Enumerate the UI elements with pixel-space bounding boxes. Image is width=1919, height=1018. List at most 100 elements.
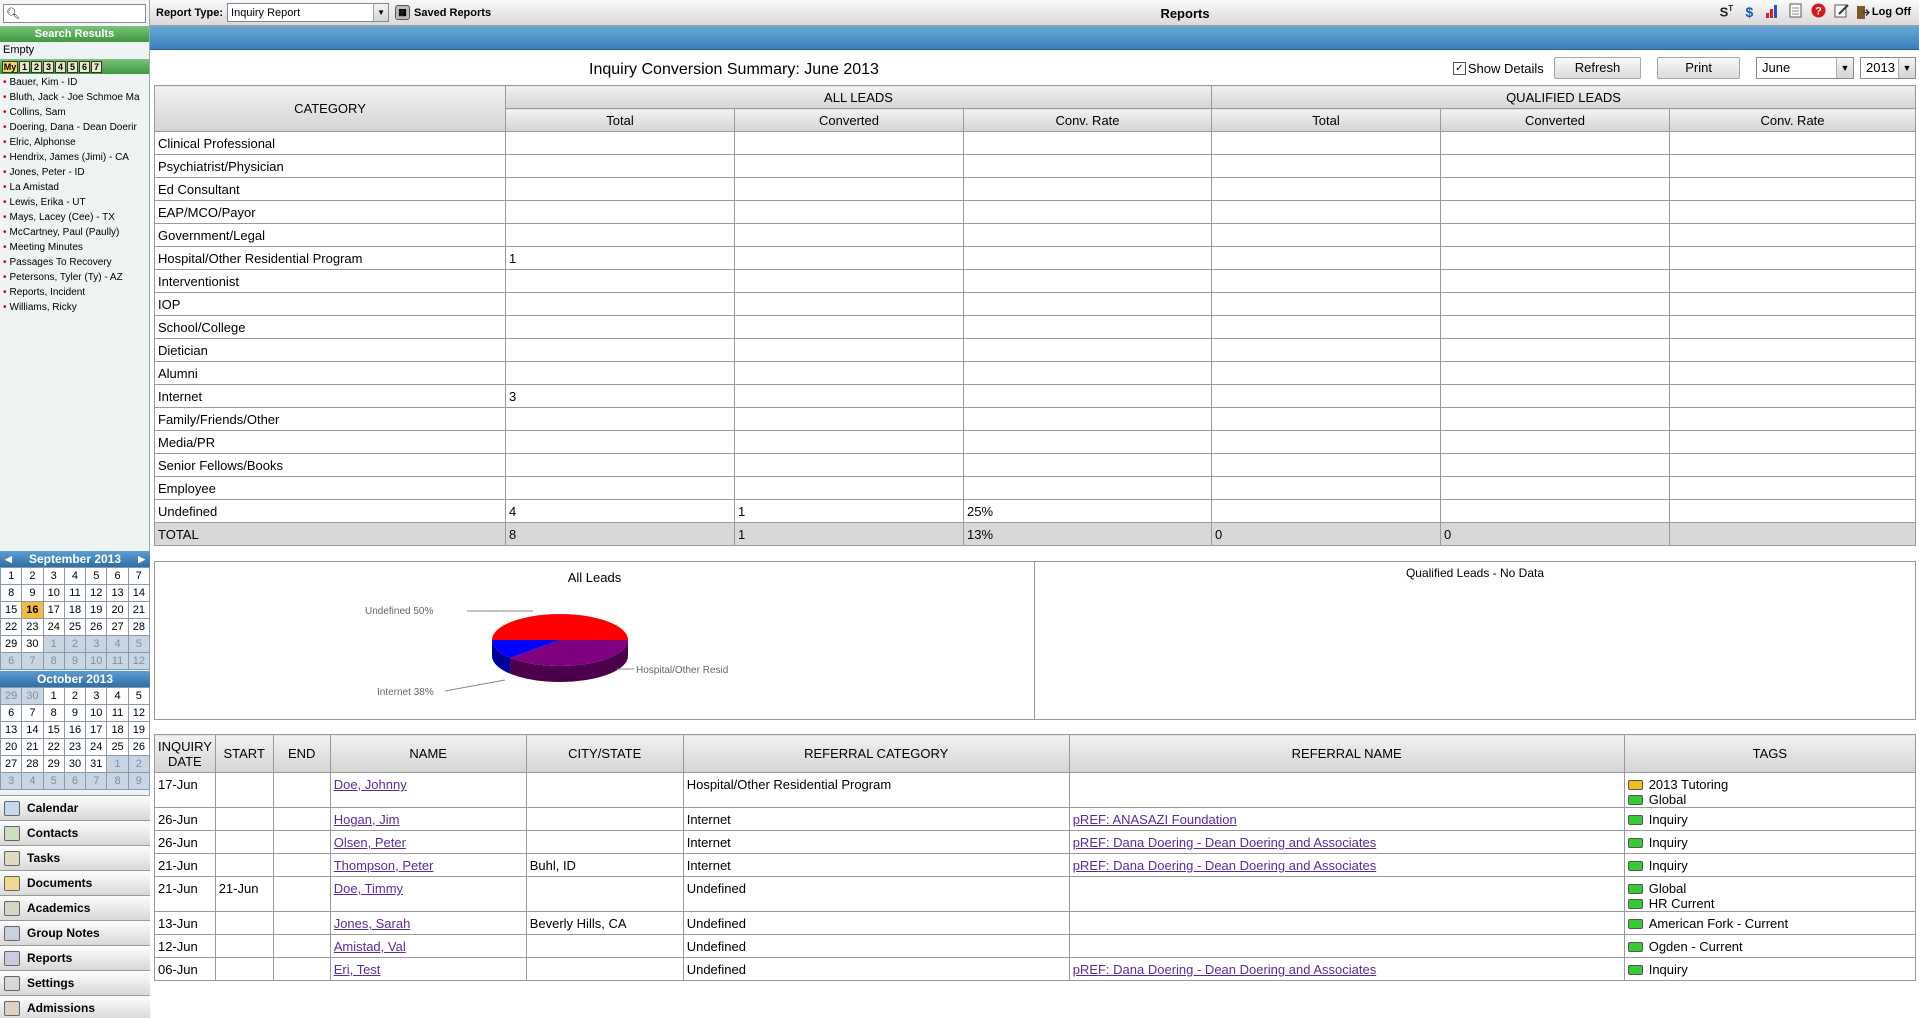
tab-page-1[interactable]: 1 — [19, 60, 30, 73]
contact-link[interactable]: Amistad, Val — [334, 939, 406, 954]
calendar-day[interactable]: 3 — [86, 688, 107, 704]
calendar-day[interactable]: 9 — [64, 705, 86, 721]
contact-link[interactable]: Hogan, Jim — [334, 812, 400, 827]
search-input[interactable]: 🔍︎ — [3, 3, 146, 23]
calendar-day[interactable]: 1 — [43, 688, 64, 704]
calendar-day[interactable]: 14 — [128, 585, 149, 601]
referral-link[interactable]: pREF: Dana Doering - Dean Doering and As… — [1073, 835, 1377, 850]
calendar-day[interactable]: 2 — [64, 688, 86, 704]
tab-page-7[interactable]: 7 — [91, 60, 102, 73]
saved-reports-button[interactable]: ▦ Saved Reports — [395, 5, 491, 20]
calendar-day[interactable]: 26 — [128, 739, 149, 755]
calendar-day[interactable]: 30 — [22, 636, 43, 652]
calendar-day[interactable]: 28 — [22, 756, 43, 772]
log-off-button[interactable]: Log Off — [1856, 5, 1911, 20]
contact-list-item[interactable]: Hendrix, James (Jimi) - CA — [0, 150, 149, 165]
calendar-day[interactable]: 30 — [64, 756, 86, 772]
referral-link[interactable]: pREF: Dana Doering - Dean Doering and As… — [1073, 962, 1377, 977]
calendar-day[interactable]: 11 — [107, 653, 128, 669]
tag[interactable]: Global — [1627, 881, 1912, 896]
calendar-day[interactable]: 9 — [64, 653, 86, 669]
calendar-day[interactable]: 29 — [43, 756, 64, 772]
calendar-day[interactable]: 8 — [107, 773, 128, 789]
calendar-day[interactable]: 22 — [43, 739, 64, 755]
calendar-day[interactable]: 5 — [128, 636, 149, 652]
calendar-day[interactable]: 18 — [107, 722, 128, 738]
calendar-day[interactable]: 24 — [43, 619, 64, 635]
calendar-day[interactable]: 27 — [1, 756, 22, 772]
tab-page-3[interactable]: 3 — [43, 60, 54, 73]
calendar-day[interactable]: 8 — [43, 705, 64, 721]
month-select[interactable]: June ▼ — [1756, 57, 1854, 79]
refresh-button[interactable]: Refresh — [1553, 57, 1642, 79]
nav-group-notes[interactable]: Group Notes — [0, 920, 150, 945]
tag[interactable]: Inquiry — [1627, 812, 1912, 827]
contact-list-item[interactable]: Jones, Peter - ID — [0, 165, 149, 180]
contact-list-item[interactable]: Petersons, Tyler (Ty) - AZ — [0, 270, 149, 285]
calendar-day[interactable]: 1 — [43, 636, 64, 652]
calendar-day[interactable]: 7 — [128, 568, 149, 584]
chevron-down-icon[interactable]: ▼ — [373, 4, 389, 21]
referral-link[interactable]: pREF: Dana Doering - Dean Doering and As… — [1073, 858, 1377, 873]
contact-list-item[interactable]: Reports, Incident — [0, 285, 149, 300]
calendar-day[interactable]: 2 — [64, 636, 86, 652]
show-details-checkbox[interactable]: ✓ — [1452, 61, 1466, 75]
calendar-day[interactable]: 9 — [128, 773, 149, 789]
calendar-day[interactable]: 12 — [128, 705, 149, 721]
tab-my[interactable]: My — [2, 60, 18, 73]
tag[interactable]: Inquiry — [1627, 835, 1912, 850]
calendar-day[interactable]: 19 — [86, 602, 107, 618]
calendar-day[interactable]: 4 — [107, 688, 128, 704]
calendar-day[interactable]: 15 — [43, 722, 64, 738]
calendar-day[interactable]: 9 — [22, 585, 43, 601]
calendar-day[interactable]: 13 — [1, 722, 22, 738]
calendar-day[interactable]: 3 — [1, 773, 22, 789]
calendar-day[interactable]: 13 — [107, 585, 128, 601]
contact-link[interactable]: Doe, Timmy — [334, 881, 403, 896]
calendar-day[interactable]: 25 — [107, 739, 128, 755]
calendar-day[interactable]: 17 — [43, 602, 64, 618]
contact-link[interactable]: Jones, Sarah — [334, 916, 411, 931]
calendar-day[interactable]: 16 — [22, 602, 43, 618]
calendar-day[interactable]: 10 — [43, 585, 64, 601]
tag[interactable]: Global — [1627, 792, 1912, 807]
contact-list-item[interactable]: Lewis, Erika - UT — [0, 195, 149, 210]
calendar-day[interactable]: 15 — [1, 602, 22, 618]
calendar-day[interactable]: 20 — [1, 739, 22, 755]
calendar-day[interactable]: 31 — [86, 756, 107, 772]
calendar-day[interactable]: 22 — [1, 619, 22, 635]
calendar-day[interactable]: 8 — [1, 585, 22, 601]
calendar-day[interactable]: 20 — [107, 602, 128, 618]
calendar-day[interactable]: 3 — [43, 568, 64, 584]
contact-link[interactable]: Doe, Johnny — [334, 777, 407, 792]
calendar-day[interactable]: 11 — [107, 705, 128, 721]
nav-reports[interactable]: Reports — [0, 945, 150, 970]
contact-list-item[interactable]: Doering, Dana - Dean Doerir — [0, 120, 149, 135]
nav-settings[interactable]: Settings — [0, 970, 150, 995]
contact-list-item[interactable]: La Amistad — [0, 180, 149, 195]
tab-page-5[interactable]: 5 — [67, 60, 78, 73]
print-button[interactable]: Print — [1657, 57, 1740, 79]
calendar-day[interactable]: 12 — [86, 585, 107, 601]
contact-list-item[interactable]: Collins, Sam — [0, 105, 149, 120]
dollar-icon[interactable]: $ — [1741, 4, 1758, 20]
calendar-day[interactable]: 6 — [107, 568, 128, 584]
contact-list-item[interactable]: Meeting Minutes — [0, 240, 149, 255]
contact-list-item[interactable]: Elric, Alphonse — [0, 135, 149, 150]
calendar-day[interactable]: 6 — [64, 773, 86, 789]
chevron-down-icon[interactable]: ▼ — [1836, 58, 1853, 78]
calendar-day[interactable]: 19 — [128, 722, 149, 738]
nav-contacts[interactable]: Contacts — [0, 820, 150, 845]
contact-link[interactable]: Olsen, Peter — [334, 835, 406, 850]
nav-academics[interactable]: Academics — [0, 895, 150, 920]
contact-list-item[interactable]: Bauer, Kim - ID — [0, 75, 149, 90]
calendar-day[interactable]: 4 — [22, 773, 43, 789]
contact-list-item[interactable]: McCartney, Paul (Paully) — [0, 225, 149, 240]
contact-list-item[interactable]: Passages To Recovery — [0, 255, 149, 270]
calendar-day[interactable]: 2 — [128, 756, 149, 772]
tag[interactable]: American Fork - Current — [1627, 916, 1912, 931]
calendar-day[interactable]: 6 — [1, 705, 22, 721]
calendar-day[interactable]: 24 — [86, 739, 107, 755]
calendar-day[interactable]: 4 — [107, 636, 128, 652]
document-icon[interactable] — [1787, 3, 1804, 21]
